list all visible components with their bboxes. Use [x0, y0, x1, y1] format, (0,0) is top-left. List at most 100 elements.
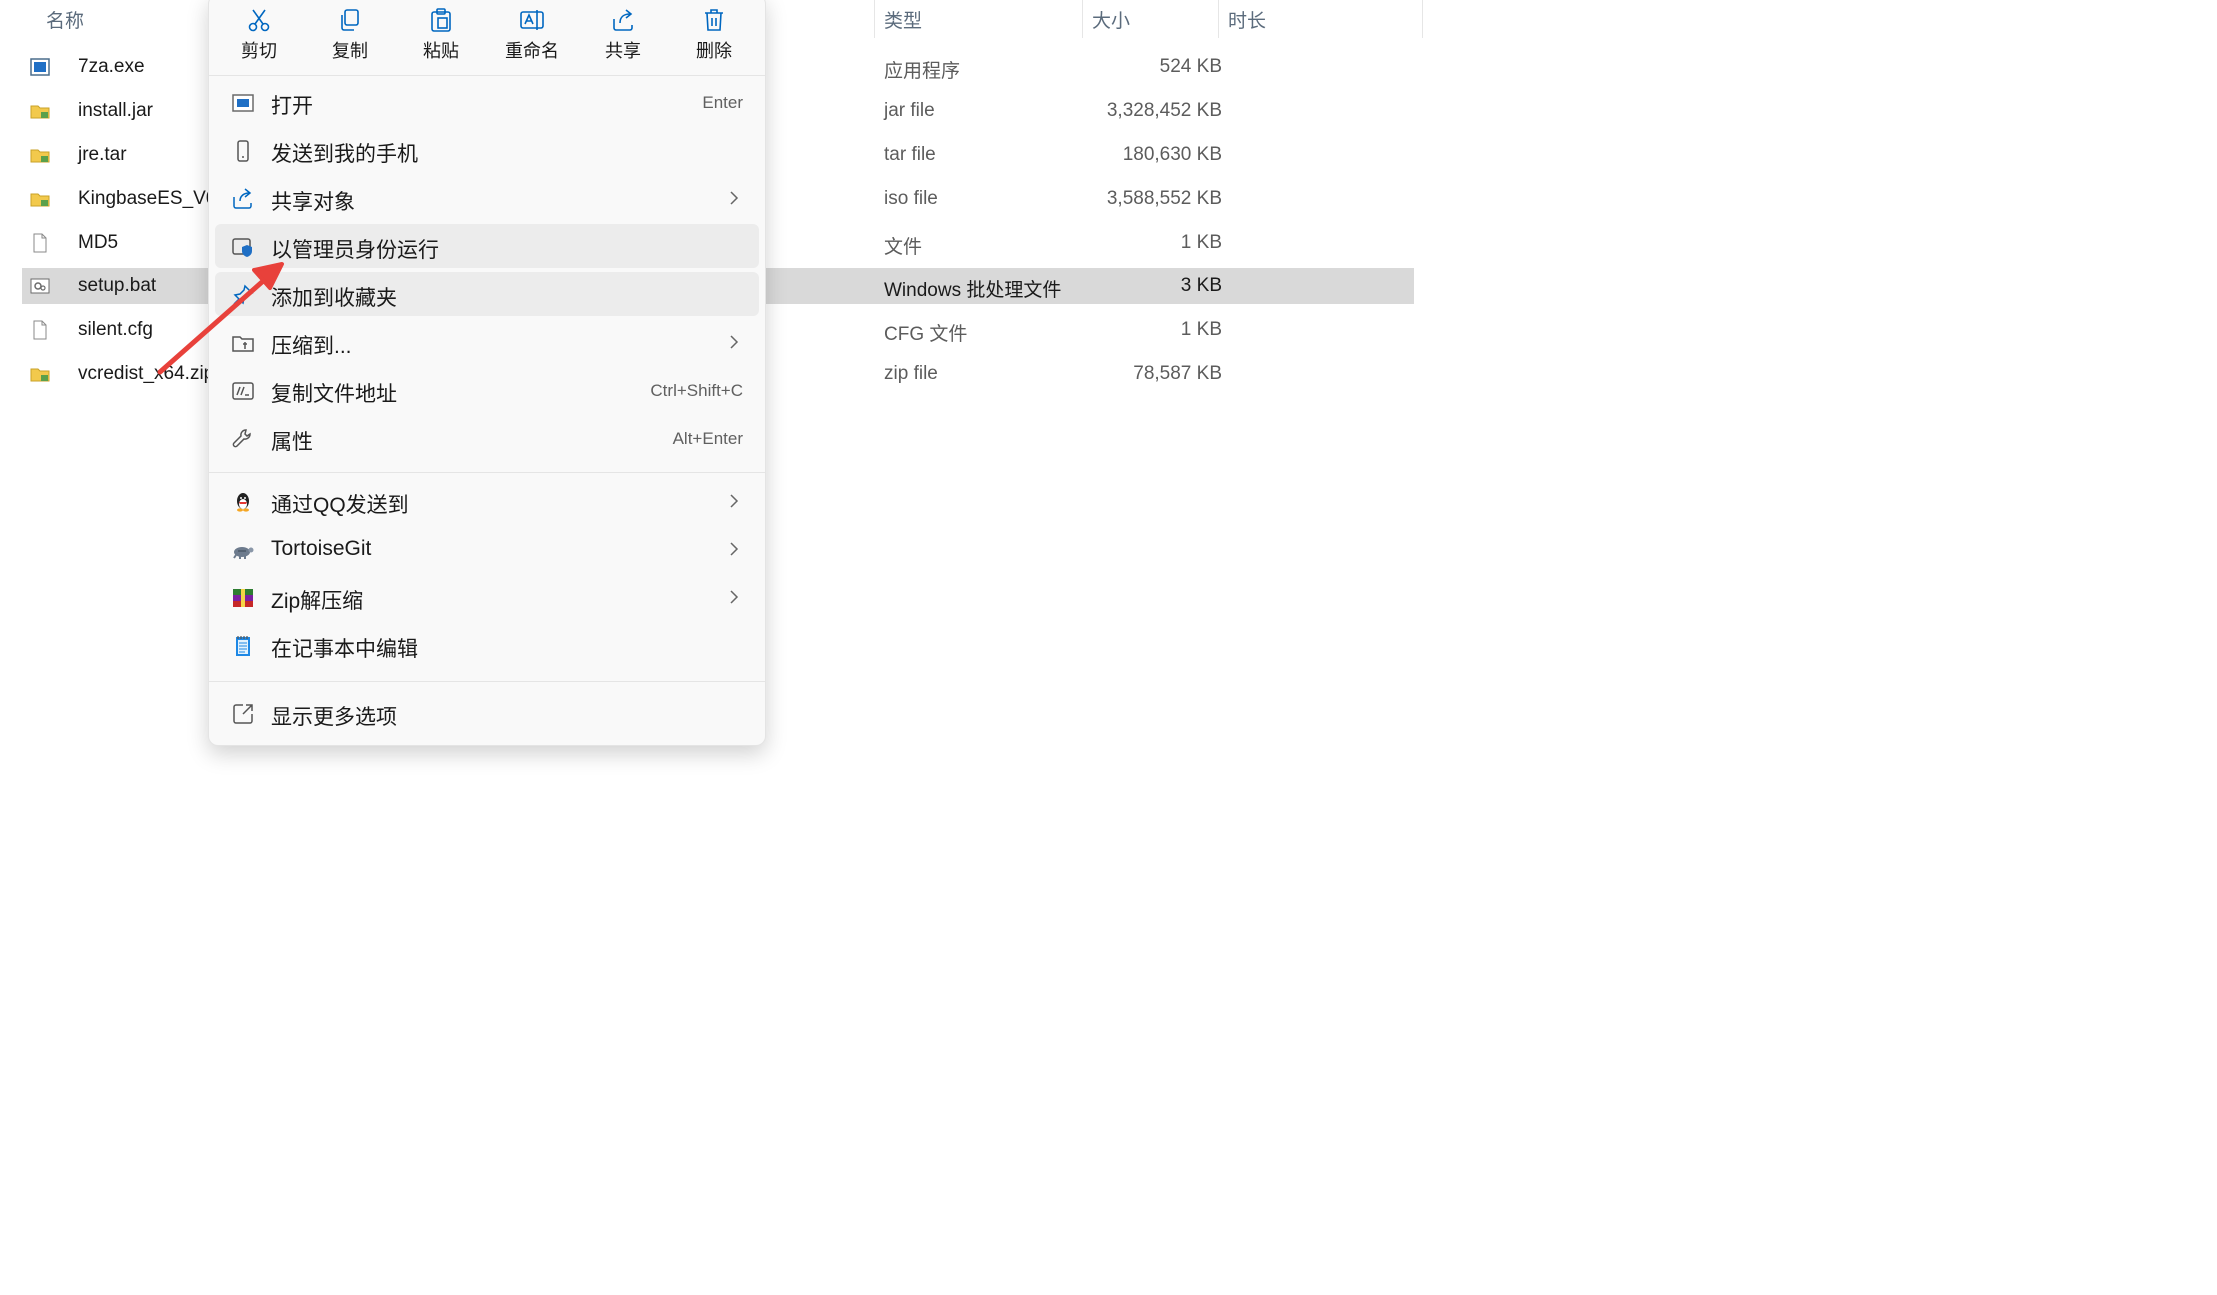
paste-button[interactable]: 粘贴 — [405, 1, 477, 63]
delete-label: 删除 — [696, 41, 732, 61]
chevron-right-icon — [730, 590, 739, 604]
menu-item-label: 添加到收藏夹 — [271, 287, 397, 310]
shortcut-text: Enter — [702, 93, 743, 112]
menu-item-label: Zip解压缩 — [271, 590, 364, 613]
file-size: 3,588,552 KB — [1106, 188, 1222, 209]
menu-item-edit-in-notepad[interactable]: 在记事本中编辑 — [215, 623, 759, 667]
cut-button[interactable]: 剪切 — [223, 1, 295, 63]
menu-item-label: TortoiseGit — [271, 537, 372, 560]
copy-icon — [341, 9, 359, 31]
cut-label: 剪切 — [241, 41, 277, 61]
share-label: 共享 — [605, 41, 641, 61]
menu-item-copy-path[interactable]: 复制文件地址 Ctrl+Shift+C — [215, 368, 759, 412]
column-separator — [874, 0, 875, 38]
file-icon — [33, 320, 47, 340]
wrench-icon — [232, 429, 251, 448]
file-size: 524 KB — [1159, 56, 1222, 77]
archive-icon — [30, 149, 50, 163]
file-name: install.jar — [78, 100, 153, 121]
paste-label: 粘贴 — [423, 41, 459, 61]
menu-divider — [209, 75, 765, 76]
batch-file-icon — [30, 278, 50, 294]
open-icon — [232, 94, 254, 112]
menu-item-run-as-admin[interactable]: 以管理员身份运行 — [215, 224, 759, 268]
tortoise-icon — [233, 547, 254, 559]
pin-icon — [233, 284, 254, 305]
chevron-right-icon — [730, 542, 739, 556]
rename-label: 重命名 — [505, 41, 559, 61]
file-type: Windows 批处理文件 — [884, 280, 1062, 301]
compress-folder-icon — [232, 336, 254, 352]
shortcut-text: Alt+Enter — [672, 429, 743, 448]
menu-item-label: 在记事本中编辑 — [271, 638, 418, 661]
file-name: silent.cfg — [78, 319, 153, 340]
menu-item-label: 显示更多选项 — [271, 706, 397, 729]
file-size: 1 KB — [1180, 319, 1222, 340]
archive-icon — [30, 105, 50, 119]
menu-item-share-with[interactable]: 共享对象 — [215, 176, 759, 220]
menu-item-add-to-favorites[interactable]: 添加到收藏夹 — [215, 272, 759, 316]
menu-item-properties[interactable]: 属性 Alt+Enter — [215, 416, 759, 460]
column-separator — [1422, 0, 1423, 38]
file-size: 1 KB — [1180, 232, 1222, 253]
copy-button[interactable]: 复制 — [314, 1, 386, 63]
column-header-size[interactable]: 大小 — [1092, 6, 1130, 33]
menu-item-open[interactable]: 打开 Enter — [215, 80, 759, 124]
column-separator — [1082, 0, 1083, 38]
menu-item-label: 发送到我的手机 — [271, 143, 418, 166]
file-name: vcredist_x64.zip — [78, 363, 215, 384]
admin-shield-icon — [232, 238, 252, 257]
column-header-type[interactable]: 类型 — [884, 6, 922, 33]
archive-icon — [30, 193, 50, 207]
file-name: 7za.exe — [78, 56, 145, 77]
menu-item-send-to-phone[interactable]: 发送到我的手机 — [215, 128, 759, 172]
context-menu: 剪切 复制 粘贴 重命名 共享 删除 打开 Enter 发送到我的手机 共享对象… — [208, 0, 766, 746]
file-type: iso file — [884, 188, 938, 209]
more-options-icon — [233, 704, 253, 724]
archive-icon — [30, 368, 50, 382]
zip-archive-icon — [233, 589, 253, 607]
chevron-right-icon — [730, 494, 739, 508]
share-icon — [233, 188, 252, 209]
copy-label: 复制 — [332, 41, 368, 61]
file-size: 78,587 KB — [1133, 363, 1222, 384]
rename-icon — [520, 10, 544, 30]
file-size: 3 KB — [1180, 275, 1222, 296]
menu-item-label: 属性 — [271, 431, 313, 454]
qq-penguin-icon — [237, 493, 249, 512]
menu-item-label: 共享对象 — [271, 191, 355, 214]
share-button[interactable]: 共享 — [587, 1, 659, 63]
file-size: 3,328,452 KB — [1106, 100, 1222, 121]
file-name: MD5 — [78, 232, 119, 253]
menu-item-compress-to[interactable]: 压缩到... — [215, 320, 759, 364]
file-type: zip file — [884, 363, 938, 384]
share-icon — [613, 9, 633, 31]
trash-icon — [705, 9, 723, 31]
menu-item-show-more-options[interactable]: 显示更多选项 — [215, 691, 759, 735]
menu-divider — [209, 681, 765, 682]
file-type: CFG 文件 — [884, 324, 968, 345]
delete-button[interactable]: 删除 — [678, 1, 750, 63]
file-name: setup.bat — [78, 275, 157, 296]
menu-item-label: 通过QQ发送到 — [271, 494, 409, 517]
file-icon — [33, 233, 47, 253]
scissors-icon — [248, 9, 270, 32]
menu-item-zip-extract[interactable]: Zip解压缩 — [215, 575, 759, 619]
rename-button[interactable]: 重命名 — [496, 1, 568, 63]
file-type: jar file — [884, 100, 935, 121]
file-name: jre.tar — [78, 144, 127, 165]
column-header-name[interactable]: 名称 — [46, 6, 84, 33]
menu-item-tortoisegit[interactable]: TortoiseGit — [215, 527, 759, 571]
exe-icon — [30, 58, 50, 76]
chevron-right-icon — [730, 191, 739, 205]
menu-item-label: 以管理员身份运行 — [271, 239, 439, 262]
file-type: 应用程序 — [884, 61, 961, 82]
menu-item-send-via-qq[interactable]: 通过QQ发送到 — [215, 479, 759, 523]
notepad-icon — [236, 636, 250, 656]
copy-path-icon — [232, 382, 254, 400]
column-separator — [1218, 0, 1219, 38]
menu-item-label: 压缩到... — [271, 335, 352, 358]
menu-item-label: 复制文件地址 — [271, 383, 397, 406]
column-header-duration[interactable]: 时长 — [1228, 6, 1266, 33]
chevron-right-icon — [730, 335, 739, 349]
